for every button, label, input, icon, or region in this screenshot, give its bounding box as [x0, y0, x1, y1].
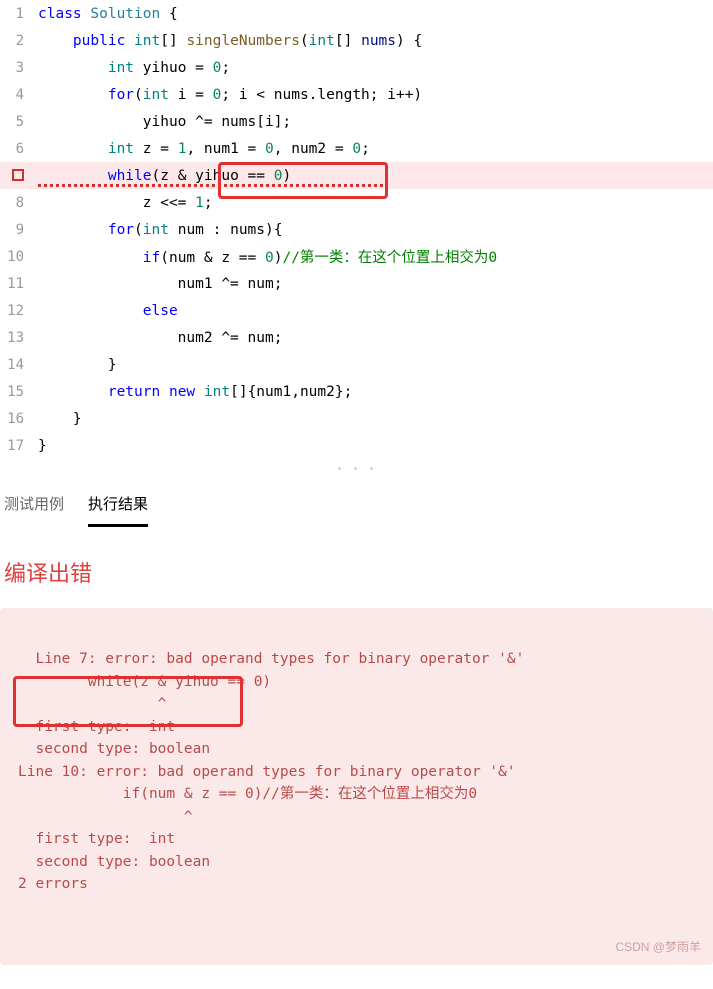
code-content: if(num & z == 0)//第一类：在这个位置上相交为0 [38, 246, 497, 267]
code-line[interactable]: 16 } [0, 405, 713, 432]
code-content: yihuo ^= nums[i]; [38, 114, 291, 130]
code-content: else [38, 303, 178, 319]
code-line[interactable]: 17} [0, 432, 713, 459]
code-line[interactable]: 15 return new int[]{num1,num2}; [0, 378, 713, 405]
error-text: Line 7: error: bad operand types for bin… [18, 651, 524, 892]
code-content: public int[] singleNumbers(int[] nums) { [38, 33, 422, 49]
code-line[interactable]: 4 for(int i = 0; i < nums.length; i++) [0, 81, 713, 108]
code-line[interactable]: 5 yihuo ^= nums[i]; [0, 108, 713, 135]
code-content: int z = 1, num1 = 0, num2 = 0; [38, 141, 370, 157]
line-number: 15 [0, 384, 38, 400]
code-content: z <<= 1; [38, 195, 213, 211]
code-line[interactable]: 8 z <<= 1; [0, 189, 713, 216]
resize-handle[interactable]: • • • [0, 459, 713, 479]
code-line[interactable]: 7 while(z & yihuo == 0) [0, 162, 713, 189]
error-title: 编译出错 [0, 528, 713, 608]
tab-testcase[interactable]: 测试用例 [4, 487, 64, 527]
code-content: while(z & yihuo == 0) [38, 168, 291, 184]
line-number: 9 [0, 222, 38, 238]
error-panel: Line 7: error: bad operand types for bin… [0, 608, 713, 965]
code-line[interactable]: 1class Solution { [0, 0, 713, 27]
line-number: 10 [0, 249, 38, 265]
code-line[interactable]: 12 else [0, 297, 713, 324]
line-number: 16 [0, 411, 38, 427]
code-line[interactable]: 14 } [0, 351, 713, 378]
code-content: int yihuo = 0; [38, 60, 230, 76]
code-line[interactable]: 2 public int[] singleNumbers(int[] nums)… [0, 27, 713, 54]
watermark: CSDN @梦雨羊 [615, 938, 701, 957]
line-number: 3 [0, 60, 38, 76]
line-number: 17 [0, 438, 38, 454]
code-content: num1 ^= num; [38, 276, 282, 292]
code-editor[interactable]: 1class Solution {2 public int[] singleNu… [0, 0, 713, 459]
code-line[interactable]: 11 num1 ^= num; [0, 270, 713, 297]
line-number: 13 [0, 330, 38, 346]
code-content: } [38, 411, 82, 427]
code-line[interactable]: 10 if(num & z == 0)//第一类：在这个位置上相交为0 [0, 243, 713, 270]
line-number: 8 [0, 195, 38, 211]
tab-result[interactable]: 执行结果 [88, 487, 148, 527]
error-marker-icon [12, 169, 24, 181]
line-number: 11 [0, 276, 38, 292]
line-number: 6 [0, 141, 38, 157]
line-number: 2 [0, 33, 38, 49]
code-content: num2 ^= num; [38, 330, 282, 346]
code-line[interactable]: 3 int yihuo = 0; [0, 54, 713, 81]
code-line[interactable]: 6 int z = 1, num1 = 0, num2 = 0; [0, 135, 713, 162]
line-number: 12 [0, 303, 38, 319]
code-content: for(int i = 0; i < nums.length; i++) [38, 87, 422, 103]
code-line[interactable]: 13 num2 ^= num; [0, 324, 713, 351]
code-content: for(int num : nums){ [38, 222, 282, 238]
error-squiggle [38, 184, 388, 187]
line-number: 4 [0, 87, 38, 103]
result-tabs: 测试用例 执行结果 [0, 479, 713, 528]
line-number: 1 [0, 6, 38, 22]
code-line[interactable]: 9 for(int num : nums){ [0, 216, 713, 243]
code-content: return new int[]{num1,num2}; [38, 384, 352, 400]
code-content: } [38, 438, 47, 454]
code-content: } [38, 357, 117, 373]
code-content: class Solution { [38, 6, 178, 22]
line-number: 5 [0, 114, 38, 130]
line-number: 14 [0, 357, 38, 373]
